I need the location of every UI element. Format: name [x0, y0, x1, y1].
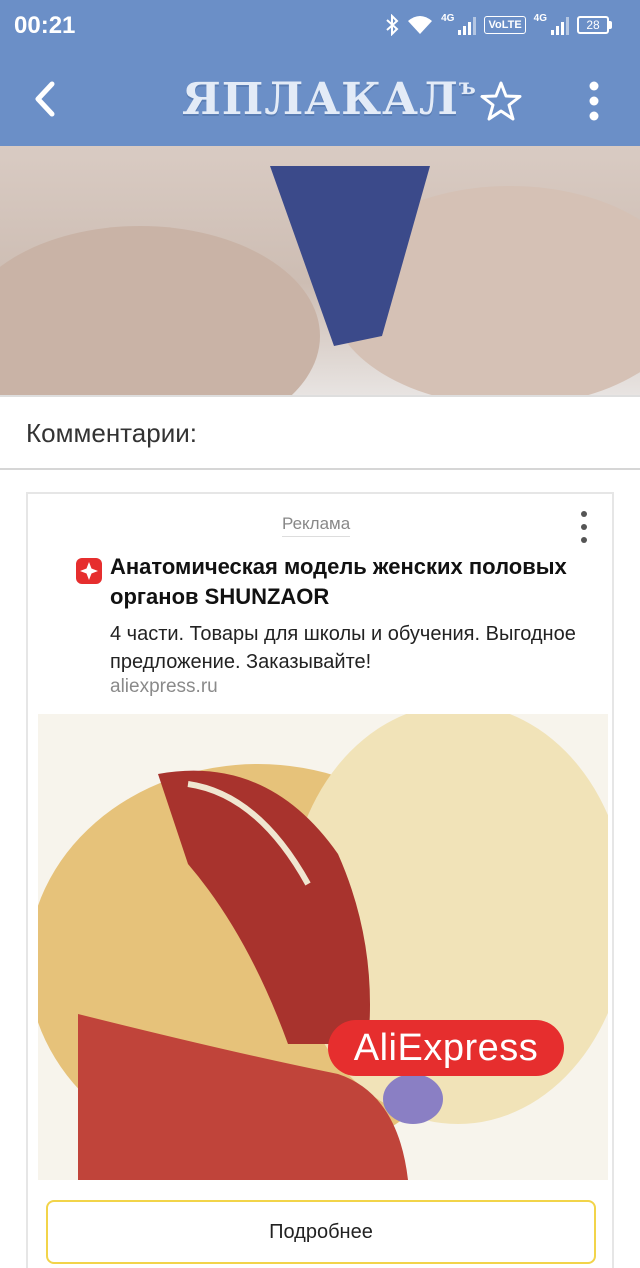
post-image[interactable]: [0, 146, 640, 396]
status-icons: 4G VoLTE 4G 28: [385, 12, 612, 36]
more-vertical-icon[interactable]: [584, 80, 604, 122]
status-bar: 00:21 4G VoLTE 4G 28: [0, 0, 640, 52]
divider: [0, 395, 640, 397]
top-bar: 00:21 4G VoLTE 4G 28 ЯПЛАКАЛъ: [0, 0, 640, 146]
ad-more-icon[interactable]: [576, 510, 592, 544]
aliexpress-logo-icon: [76, 558, 102, 584]
battery-level: 28: [577, 16, 609, 34]
ad-card[interactable]: Реклама Анатомическая модель женских пол…: [26, 492, 614, 1268]
signal-icon-1: [458, 15, 477, 35]
aliexpress-badge: AliExpress: [328, 1020, 564, 1076]
ad-description: 4 части. Товары для школы и обучения. Вы…: [110, 623, 576, 673]
ad-title[interactable]: Анатомическая модель женских половых орг…: [110, 552, 580, 612]
app-logo[interactable]: ЯПЛАКАЛъ: [182, 74, 477, 125]
network-type-1: 4G: [441, 12, 455, 24]
app-bar: ЯПЛАКАЛъ: [0, 52, 640, 146]
network-type-2: 4G: [533, 12, 547, 24]
star-outline-icon[interactable]: [480, 80, 522, 122]
details-button[interactable]: Подробнее: [46, 1200, 596, 1264]
comments-heading: Комментарии:: [26, 418, 197, 448]
status-time: 00:21: [14, 12, 76, 39]
ad-label: Реклама: [282, 514, 351, 537]
ad-domain[interactable]: aliexpress.ru: [110, 676, 218, 698]
volte-badge: VoLTE: [484, 16, 526, 34]
wifi-icon: [407, 14, 433, 36]
ad-image[interactable]: AliExpress: [38, 714, 608, 1180]
signal-icon-2: [551, 15, 569, 35]
bluetooth-icon: [385, 14, 399, 36]
battery-icon: 28: [577, 16, 612, 34]
divider: [0, 468, 640, 470]
back-arrow-icon[interactable]: [26, 76, 66, 122]
